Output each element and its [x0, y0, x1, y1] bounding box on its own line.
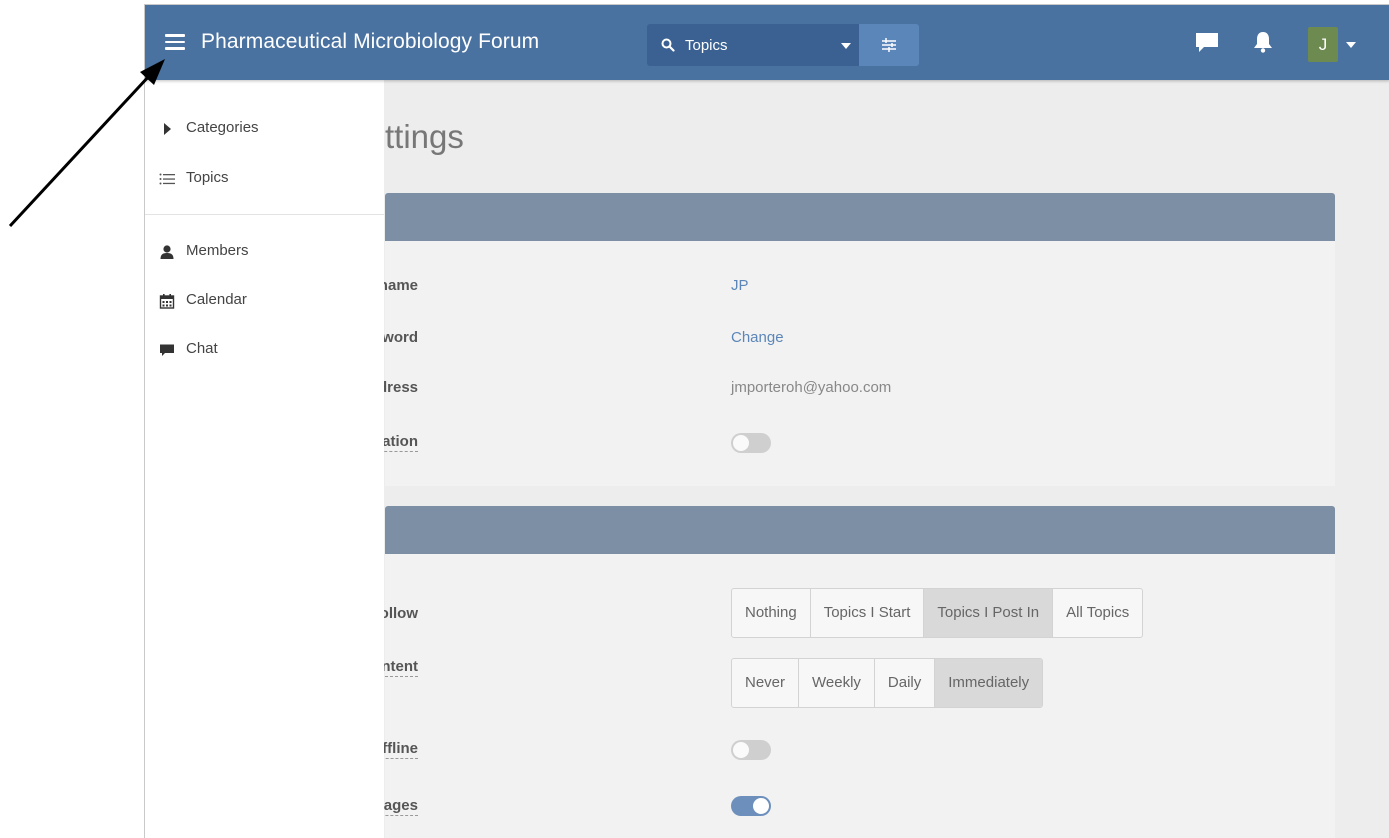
drawer-item-topics[interactable]: Topics — [145, 162, 384, 196]
user-icon — [160, 245, 174, 259]
chevron-down-icon[interactable] — [1346, 42, 1356, 48]
username-link[interactable]: JP — [731, 277, 749, 294]
caret-right-icon — [164, 123, 171, 135]
follow-option[interactable]: All Topics — [1053, 589, 1142, 637]
messages-toggle[interactable] — [731, 796, 771, 816]
drawer-divider — [145, 214, 384, 215]
hamburger-menu-icon[interactable] — [165, 34, 185, 50]
top-bar: Pharmaceutical Microbiology Forum Topics — [145, 5, 1389, 80]
content-option[interactable]: Daily — [875, 659, 936, 707]
followed-content-segmented: Never Weekly Daily Immediately — [731, 658, 1044, 708]
search-filter-button[interactable] — [859, 24, 919, 66]
preferences-panel-header — [385, 506, 1335, 554]
app-window: ttings Username JP Password Change ail A… — [144, 4, 1389, 838]
account-panel: Username JP Password Change ail Address … — [338, 241, 1335, 486]
content-option[interactable]: Weekly — [799, 659, 875, 707]
toggle-knob — [733, 742, 749, 758]
search-scope-dropdown[interactable]: Topics — [647, 24, 859, 66]
chat-bubble-icon — [160, 344, 174, 356]
preferences-panel: ically Follow NothingTopics I StartTopic… — [329, 554, 1335, 838]
forum-title[interactable]: Pharmaceutical Microbiology Forum — [201, 30, 539, 54]
toggle-knob — [753, 798, 769, 814]
page-title: ttings — [385, 118, 464, 155]
account-panel-header — [385, 193, 1335, 241]
search-icon — [661, 38, 675, 52]
sliders-icon — [882, 38, 896, 52]
drawer-item-label: Calendar — [186, 291, 247, 308]
user-avatar[interactable]: J — [1308, 27, 1338, 62]
follow-option[interactable]: Nothing — [732, 589, 811, 637]
content-option[interactable]: Never — [732, 659, 800, 707]
calendar-icon — [159, 294, 175, 309]
change-password-link[interactable]: Change — [731, 329, 784, 346]
drawer-item-categories[interactable]: Categories — [145, 112, 384, 146]
chat-bubble-icon[interactable] — [1194, 32, 1220, 54]
drawer-item-label: Members — [186, 242, 249, 259]
search-scope-label: Topics — [685, 37, 728, 54]
drawer-item-calendar[interactable]: Calendar — [145, 284, 384, 318]
auto-follow-segmented: Nothing Topics I Start Topics I Post In All… — [731, 588, 1144, 638]
chevron-down-icon — [841, 43, 851, 49]
follow-option[interactable]: Topics I Start — [811, 589, 925, 637]
drawer-item-members[interactable]: Members — [145, 235, 384, 269]
drawer-item-label: Topics — [186, 169, 229, 186]
offline-toggle[interactable] — [731, 740, 771, 760]
two-factor-toggle[interactable] — [731, 433, 771, 453]
toggle-knob — [733, 435, 749, 451]
list-icon — [159, 173, 175, 185]
content-option[interactable]: Immediately — [935, 659, 1043, 707]
email-value: jmporteroh@yahoo.com — [731, 379, 892, 396]
follow-option[interactable]: Topics I Post In — [924, 589, 1054, 637]
drawer-item-label: Chat — [186, 340, 218, 357]
drawer-item-label: Categories — [186, 119, 259, 136]
drawer-item-chat[interactable]: Chat — [145, 333, 384, 367]
bell-icon[interactable] — [1253, 31, 1273, 53]
side-drawer: Categories Topics Members Calendar Chat — [145, 80, 384, 838]
